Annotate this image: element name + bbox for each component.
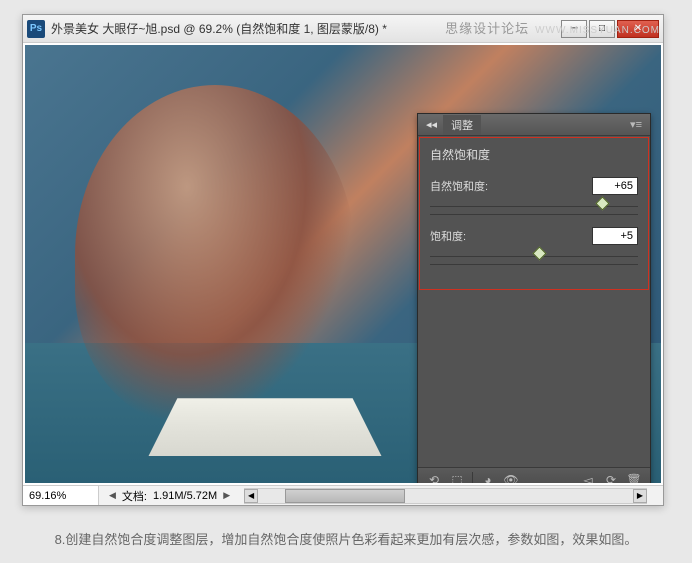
saturation-input[interactable] [592, 227, 638, 245]
adjustments-panel: ◂◂ 调整 ▾≡ 自然饱和度 自然饱和度: 饱和度: [417, 113, 651, 483]
vibrance-input[interactable] [592, 177, 638, 195]
scroll-left-icon[interactable]: ◀ [244, 489, 258, 503]
adjustment-title: 自然饱和度 [430, 146, 638, 163]
vibrance-label: 自然饱和度: [430, 178, 592, 194]
doc-arrow-right-icon[interactable]: ▶ [223, 490, 230, 501]
collapse-icon[interactable]: ◂◂ [426, 118, 437, 131]
doc-info: ◀ 文档: 1.91M/5.72M ▶ [99, 488, 240, 504]
clip-layer-icon[interactable]: ◕ [478, 471, 498, 483]
scroll-right-icon[interactable]: ▶ [633, 489, 647, 503]
statusbar: 69.16% ◀ 文档: 1.91M/5.72M ▶ ◀ ▶ [23, 485, 663, 505]
doc-label: 文档: [122, 488, 147, 504]
panel-footer: ⟲ ⬚ ◕ 👁 ◅ ⟳ 🗑 [418, 467, 650, 483]
flyout-menu-icon[interactable]: ▾≡ [630, 118, 642, 131]
saturation-handle[interactable] [533, 246, 547, 260]
trash-icon[interactable]: 🗑 [624, 471, 644, 483]
vibrance-handle[interactable] [595, 196, 609, 210]
reset-icon[interactable]: ⟳ [601, 471, 621, 483]
saturation-label: 饱和度: [430, 228, 592, 244]
doc-size: 1.91M/5.72M [153, 490, 217, 502]
watermark: 思缘设计论坛WWW.MISSYUAN.COM [445, 18, 660, 37]
prev-state-icon[interactable]: ◅ [578, 471, 598, 483]
vibrance-slider[interactable] [430, 199, 638, 215]
scroll-thumb[interactable] [285, 489, 405, 503]
zoom-field[interactable]: 69.16% [23, 486, 99, 505]
canvas-area: ◂◂ 调整 ▾≡ 自然饱和度 自然饱和度: 饱和度: [25, 45, 661, 483]
photoshop-icon: Ps [27, 20, 45, 38]
vibrance-row: 自然饱和度: [430, 177, 638, 195]
tutorial-caption: 8.创建自然饱合度调整图层，增加自然饱合度使照片色彩看起来更加有层次感，参数如图… [30, 530, 662, 551]
doc-arrow-left-icon[interactable]: ◀ [109, 490, 116, 501]
saturation-slider[interactable] [430, 249, 638, 265]
expand-view-icon[interactable]: ⬚ [447, 471, 467, 483]
panel-body: 自然饱和度 自然饱和度: 饱和度: [419, 137, 649, 290]
photoshop-window: Ps 外景美女 大眼仔~旭.psd @ 69.2% (自然饱和度 1, 图层蒙版… [22, 14, 664, 506]
back-icon[interactable]: ⟲ [424, 471, 444, 483]
panel-tab-adjust[interactable]: 调整 [443, 115, 481, 135]
saturation-row: 饱和度: [430, 227, 638, 245]
horizontal-scrollbar[interactable]: ◀ ▶ [244, 488, 647, 504]
panel-header: ◂◂ 调整 ▾≡ [418, 114, 650, 136]
visibility-icon[interactable]: 👁 [501, 471, 521, 483]
